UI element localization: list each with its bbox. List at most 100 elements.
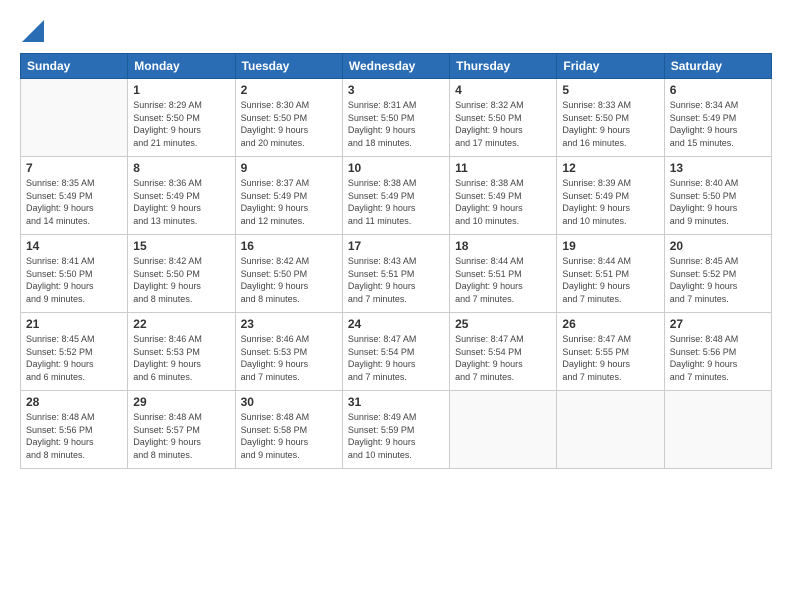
day-number: 1 — [133, 83, 229, 97]
day-info: Sunrise: 8:41 AMSunset: 5:50 PMDaylight:… — [26, 255, 122, 305]
calendar-table: SundayMondayTuesdayWednesdayThursdayFrid… — [20, 53, 772, 469]
day-info: Sunrise: 8:44 AMSunset: 5:51 PMDaylight:… — [455, 255, 551, 305]
day-info: Sunrise: 8:32 AMSunset: 5:50 PMDaylight:… — [455, 99, 551, 149]
calendar-cell: 5 Sunrise: 8:33 AMSunset: 5:50 PMDaylight… — [557, 79, 664, 157]
day-number: 7 — [26, 161, 122, 175]
day-info: Sunrise: 8:43 AMSunset: 5:51 PMDaylight:… — [348, 255, 444, 305]
day-number: 19 — [562, 239, 658, 253]
day-number: 17 — [348, 239, 444, 253]
day-number: 23 — [241, 317, 337, 331]
calendar-cell: 29 Sunrise: 8:48 AMSunset: 5:57 PMDayligh… — [128, 391, 235, 469]
calendar-cell: 20 Sunrise: 8:45 AMSunset: 5:52 PMDayligh… — [664, 235, 771, 313]
day-info: Sunrise: 8:42 AMSunset: 5:50 PMDaylight:… — [241, 255, 337, 305]
weekday-header-row: SundayMondayTuesdayWednesdayThursdayFrid… — [21, 54, 772, 79]
calendar-cell: 9 Sunrise: 8:37 AMSunset: 5:49 PMDaylight… — [235, 157, 342, 235]
day-info: Sunrise: 8:38 AMSunset: 5:49 PMDaylight:… — [455, 177, 551, 227]
day-info: Sunrise: 8:35 AMSunset: 5:49 PMDaylight:… — [26, 177, 122, 227]
calendar-cell: 22 Sunrise: 8:46 AMSunset: 5:53 PMDayligh… — [128, 313, 235, 391]
week-row-1: 1 Sunrise: 8:29 AMSunset: 5:50 PMDaylight… — [21, 79, 772, 157]
calendar-cell: 15 Sunrise: 8:42 AMSunset: 5:50 PMDayligh… — [128, 235, 235, 313]
weekday-header-monday: Monday — [128, 54, 235, 79]
weekday-header-saturday: Saturday — [664, 54, 771, 79]
day-info: Sunrise: 8:48 AMSunset: 5:58 PMDaylight:… — [241, 411, 337, 461]
day-info: Sunrise: 8:39 AMSunset: 5:49 PMDaylight:… — [562, 177, 658, 227]
calendar-cell: 27 Sunrise: 8:48 AMSunset: 5:56 PMDayligh… — [664, 313, 771, 391]
calendar-cell: 16 Sunrise: 8:42 AMSunset: 5:50 PMDayligh… — [235, 235, 342, 313]
calendar-cell: 4 Sunrise: 8:32 AMSunset: 5:50 PMDaylight… — [450, 79, 557, 157]
weekday-header-wednesday: Wednesday — [342, 54, 449, 79]
day-info: Sunrise: 8:42 AMSunset: 5:50 PMDaylight:… — [133, 255, 229, 305]
calendar-cell — [664, 391, 771, 469]
logo — [20, 16, 44, 47]
calendar-cell: 11 Sunrise: 8:38 AMSunset: 5:49 PMDayligh… — [450, 157, 557, 235]
day-info: Sunrise: 8:31 AMSunset: 5:50 PMDaylight:… — [348, 99, 444, 149]
day-number: 28 — [26, 395, 122, 409]
calendar-cell: 12 Sunrise: 8:39 AMSunset: 5:49 PMDayligh… — [557, 157, 664, 235]
day-number: 24 — [348, 317, 444, 331]
calendar-cell: 2Sunrise: 8:30 AMSunset: 5:50 PMDaylight… — [235, 79, 342, 157]
calendar-cell: 6 Sunrise: 8:34 AMSunset: 5:49 PMDaylight… — [664, 79, 771, 157]
day-info: Sunrise: 8:34 AMSunset: 5:49 PMDaylight:… — [670, 99, 766, 149]
weekday-header-friday: Friday — [557, 54, 664, 79]
header — [20, 16, 772, 47]
day-number: 31 — [348, 395, 444, 409]
calendar-cell: 3Sunrise: 8:31 AMSunset: 5:50 PMDaylight… — [342, 79, 449, 157]
calendar-cell: 10 Sunrise: 8:38 AMSunset: 5:49 PMDayligh… — [342, 157, 449, 235]
day-number: 26 — [562, 317, 658, 331]
calendar-cell: 23 Sunrise: 8:46 AMSunset: 5:53 PMDayligh… — [235, 313, 342, 391]
day-number: 10 — [348, 161, 444, 175]
day-info: Sunrise: 8:48 AMSunset: 5:57 PMDaylight:… — [133, 411, 229, 461]
day-number: 2 — [241, 83, 337, 97]
calendar-cell: 17 Sunrise: 8:43 AMSunset: 5:51 PMDayligh… — [342, 235, 449, 313]
day-number: 14 — [26, 239, 122, 253]
calendar-cell: 21Sunrise: 8:45 AMSunset: 5:52 PMDayligh… — [21, 313, 128, 391]
calendar-cell: 14 Sunrise: 8:41 AMSunset: 5:50 PMDayligh… — [21, 235, 128, 313]
day-info: Sunrise: 8:48 AMSunset: 5:56 PMDaylight:… — [670, 333, 766, 383]
calendar-cell: 8 Sunrise: 8:36 AMSunset: 5:49 PMDaylight… — [128, 157, 235, 235]
calendar-cell: 18 Sunrise: 8:44 AMSunset: 5:51 PMDayligh… — [450, 235, 557, 313]
day-number: 21 — [26, 317, 122, 331]
logo-icon — [22, 16, 44, 47]
day-number: 15 — [133, 239, 229, 253]
day-number: 16 — [241, 239, 337, 253]
day-number: 8 — [133, 161, 229, 175]
calendar-cell: 30Sunrise: 8:48 AMSunset: 5:58 PMDayligh… — [235, 391, 342, 469]
calendar-page: SundayMondayTuesdayWednesdayThursdayFrid… — [0, 0, 792, 612]
day-number: 6 — [670, 83, 766, 97]
calendar-cell: 28Sunrise: 8:48 AMSunset: 5:56 PMDayligh… — [21, 391, 128, 469]
calendar-cell: 7 Sunrise: 8:35 AMSunset: 5:49 PMDaylight… — [21, 157, 128, 235]
calendar-cell — [557, 391, 664, 469]
day-info: Sunrise: 8:46 AMSunset: 5:53 PMDaylight:… — [241, 333, 337, 383]
calendar-cell: 19Sunrise: 8:44 AMSunset: 5:51 PMDayligh… — [557, 235, 664, 313]
weekday-header-sunday: Sunday — [21, 54, 128, 79]
day-number: 5 — [562, 83, 658, 97]
weekday-header-tuesday: Tuesday — [235, 54, 342, 79]
day-number: 25 — [455, 317, 551, 331]
day-number: 20 — [670, 239, 766, 253]
day-info: Sunrise: 8:29 AMSunset: 5:50 PMDaylight:… — [133, 99, 229, 149]
day-number: 22 — [133, 317, 229, 331]
day-number: 18 — [455, 239, 551, 253]
calendar-cell — [21, 79, 128, 157]
calendar-cell: 24Sunrise: 8:47 AMSunset: 5:54 PMDayligh… — [342, 313, 449, 391]
weekday-header-thursday: Thursday — [450, 54, 557, 79]
day-info: Sunrise: 8:47 AMSunset: 5:55 PMDaylight:… — [562, 333, 658, 383]
day-info: Sunrise: 8:46 AMSunset: 5:53 PMDaylight:… — [133, 333, 229, 383]
day-number: 9 — [241, 161, 337, 175]
calendar-cell: 13Sunrise: 8:40 AMSunset: 5:50 PMDayligh… — [664, 157, 771, 235]
day-info: Sunrise: 8:37 AMSunset: 5:49 PMDaylight:… — [241, 177, 337, 227]
day-number: 27 — [670, 317, 766, 331]
day-info: Sunrise: 8:45 AMSunset: 5:52 PMDaylight:… — [670, 255, 766, 305]
day-info: Sunrise: 8:38 AMSunset: 5:49 PMDaylight:… — [348, 177, 444, 227]
day-info: Sunrise: 8:33 AMSunset: 5:50 PMDaylight:… — [562, 99, 658, 149]
calendar-cell: 26 Sunrise: 8:47 AMSunset: 5:55 PMDayligh… — [557, 313, 664, 391]
calendar-cell: 25Sunrise: 8:47 AMSunset: 5:54 PMDayligh… — [450, 313, 557, 391]
day-info: Sunrise: 8:40 AMSunset: 5:50 PMDaylight:… — [670, 177, 766, 227]
day-number: 12 — [562, 161, 658, 175]
day-number: 11 — [455, 161, 551, 175]
day-info: Sunrise: 8:36 AMSunset: 5:49 PMDaylight:… — [133, 177, 229, 227]
calendar-cell: 1 Sunrise: 8:29 AMSunset: 5:50 PMDaylight… — [128, 79, 235, 157]
day-number: 29 — [133, 395, 229, 409]
day-number: 4 — [455, 83, 551, 97]
calendar-cell — [450, 391, 557, 469]
